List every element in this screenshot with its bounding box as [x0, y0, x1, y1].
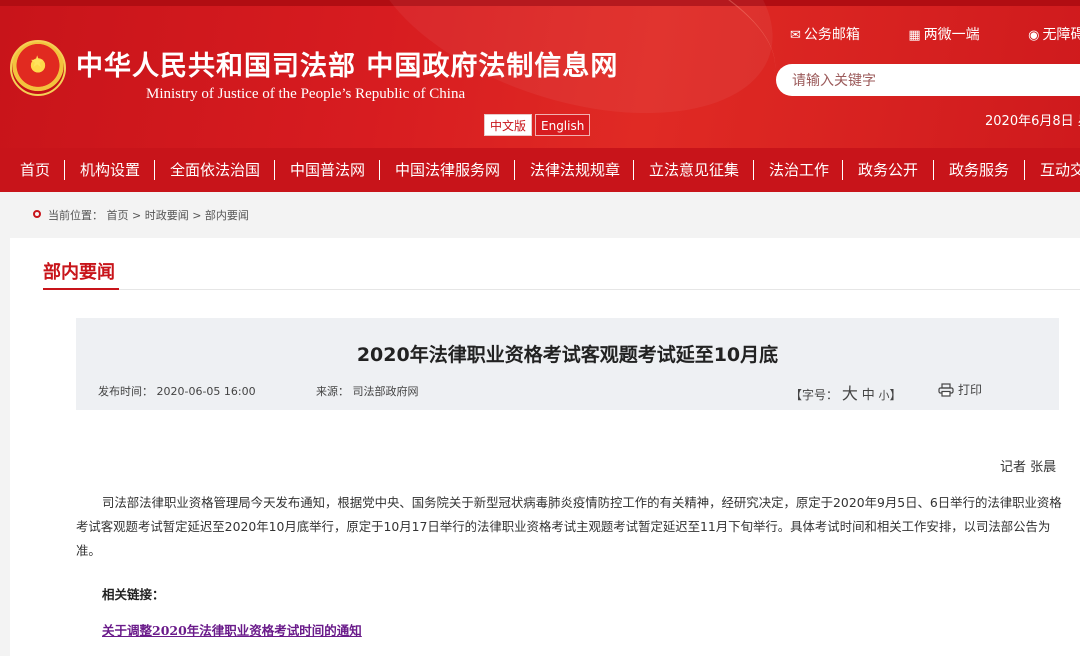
- site-header: ★ 中华人民共和国司法部 中国政府法制信息网 Ministry of Justi…: [0, 0, 1080, 148]
- social-link[interactable]: ▦ 两微一端: [908, 27, 1001, 43]
- nav-item-laws-regulations[interactable]: 法律法规规章: [530, 148, 620, 192]
- search-input[interactable]: [792, 70, 1080, 90]
- nav-item-legal-education[interactable]: 中国普法网: [290, 148, 365, 192]
- printer-icon: [938, 383, 954, 397]
- font-size-small-button[interactable]: 小: [879, 389, 890, 402]
- nav-item-rule-of-law[interactable]: 全面依法治国: [170, 148, 260, 192]
- article-title: 2020年法律职业资格考试客观题考试延至10月底: [356, 344, 779, 366]
- breadcrumb-text[interactable]: 当前位置： 首页 > 时政要闻 > 部内要闻: [48, 207, 249, 223]
- font-size-medium-button[interactable]: 中: [862, 388, 875, 403]
- nav-separator: [933, 160, 934, 180]
- qrcode-icon: ▦: [908, 28, 921, 43]
- nav-separator: [379, 160, 380, 180]
- nav-separator: [1024, 160, 1025, 180]
- nav-separator: [274, 160, 275, 180]
- nav-item-gov-services[interactable]: 政务服务: [949, 148, 1009, 192]
- article-header: 2020年法律职业资格考试客观题考试延至10月底 发布时间： 2020-06-0…: [76, 318, 1059, 410]
- current-date: 2020年6月8日 星期一: [985, 114, 1080, 129]
- related-links-label: 相关链接：: [102, 587, 165, 602]
- nav-separator: [514, 160, 515, 180]
- font-size-large-button[interactable]: 大: [842, 384, 858, 403]
- top-links: ✉公务邮箱 ▦两微一端 ◉无障碍浏览: [790, 24, 1080, 44]
- eye-icon: ◉: [1028, 28, 1040, 43]
- nav-item-interaction[interactable]: 互动交流: [1040, 148, 1080, 192]
- font-size-label: 【字号：: [790, 388, 839, 402]
- site-title-cn[interactable]: 中华人民共和国司法部 中国政府法制信息网: [76, 44, 618, 83]
- print-button[interactable]: 打印: [938, 381, 982, 398]
- section-title-underline: [43, 288, 119, 290]
- mail-icon: ✉: [790, 28, 801, 43]
- site-title-en: Ministry of Justice of the People’s Repu…: [146, 86, 466, 102]
- nav-item-organization[interactable]: 机构设置: [80, 148, 140, 192]
- mail-link[interactable]: ✉ 公务邮箱: [790, 27, 882, 43]
- main-nav: 首页 机构设置 全面依法治国 中国普法网 中国法律服务网 法律法规规章 立法意见…: [0, 148, 1080, 192]
- nav-item-gov-disclosure[interactable]: 政务公开: [858, 148, 918, 192]
- nav-item-home[interactable]: 首页: [20, 148, 50, 192]
- section-title: 部内要闻: [43, 262, 115, 283]
- location-dot-icon: [33, 210, 41, 218]
- nav-separator: [154, 160, 155, 180]
- main-content: 部内要闻 2020年法律职业资格考试客观题考试延至10月底 发布时间： 2020…: [10, 238, 1080, 656]
- publish-time: 发布时间： 2020-06-05 16:00: [98, 385, 256, 398]
- section-divider: [119, 289, 1080, 290]
- nav-separator: [842, 160, 843, 180]
- lang-chinese-button[interactable]: 中文版: [484, 114, 533, 136]
- article-source: 来源： 司法部政府网: [316, 385, 419, 398]
- accessibility-link[interactable]: ◉无障碍浏览: [1028, 27, 1080, 43]
- nav-item-legal-work[interactable]: 法治工作: [769, 148, 829, 192]
- search-box: [776, 64, 1080, 96]
- nav-separator: [633, 160, 634, 180]
- nav-separator: [64, 160, 65, 180]
- national-emblem-icon[interactable]: ★: [10, 40, 66, 96]
- print-label: 打印: [958, 383, 983, 397]
- nav-separator: [753, 160, 754, 180]
- nav-item-legal-services[interactable]: 中国法律服务网: [395, 148, 500, 192]
- article-body: 司法部法律职业资格管理局今天发布通知，根据党中央、国务院关于新型冠状病毒肺炎疫情…: [76, 495, 1062, 558]
- lang-english-button[interactable]: English: [535, 114, 591, 136]
- reporter: 记者 张晨: [1000, 460, 1057, 475]
- font-size-close: 】: [889, 388, 902, 402]
- breadcrumb: 当前位置： 首页 > 时政要闻 > 部内要闻: [0, 192, 1080, 238]
- nav-item-legislation-feedback[interactable]: 立法意见征集: [649, 148, 739, 192]
- related-link[interactable]: 关于调整2020年法律职业资格考试时间的通知: [102, 620, 362, 639]
- font-size-control: 【字号： 大 中 小】: [790, 380, 902, 404]
